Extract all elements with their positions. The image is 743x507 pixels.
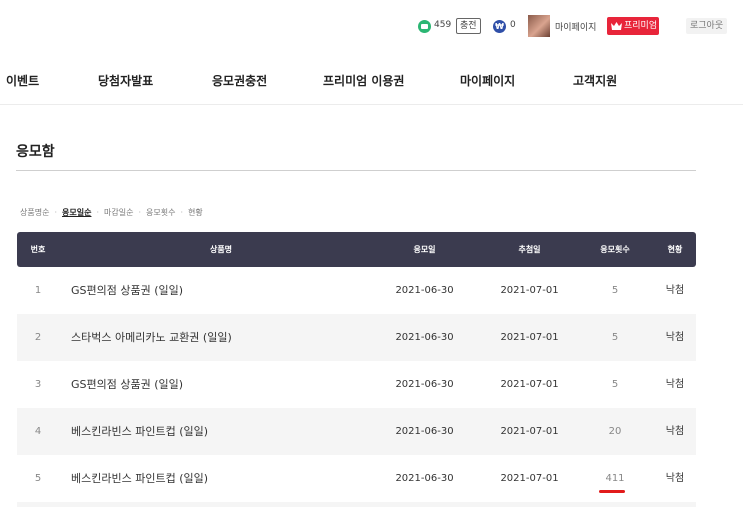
nav-item-premium[interactable]: 프리미엄 이용권 [323,72,404,89]
nav-item-event[interactable]: 이벤트 [6,72,39,89]
sort-separator: · [54,208,57,217]
table-row[interactable]: 2 스타벅스 아메리카노 교환권 (일일) 2021-06-30 2021-07… [17,314,696,361]
table-row[interactable]: 5 베스킨라빈스 파인트컵 (일일) 2021-06-30 2021-07-01… [17,455,696,502]
sort-separator: · [138,208,141,217]
nav-item-mypage[interactable]: 마이페이지 [460,72,515,89]
column-header-count: 응모횟수 [600,245,630,254]
main-nav: 이벤트 당첨자발표 응모권충전 프리미엄 이용권 마이페이지 고객지원 [0,72,743,94]
table-row[interactable]: 1 GS편의점 상품권 (일일) 2021-06-30 2021-07-01 5… [17,267,696,314]
sort-separator: · [180,208,183,217]
table-row-partial [17,502,696,507]
page-title: 응모함 [16,144,55,160]
entry-date: 2021-06-30 [395,379,454,390]
draw-date: 2021-07-01 [500,379,559,390]
table-row[interactable]: 4 베스킨라빈스 파인트컵 (일일) 2021-06-30 2021-07-01… [17,408,696,455]
entry-count: 5 [611,285,619,296]
entry-date: 2021-06-30 [395,473,454,484]
entry-count: 411 [605,473,625,484]
column-header-entry-date: 응모일 [413,245,436,254]
entry-status: 낙첨 [665,426,685,437]
table-row[interactable]: 3 GS편의점 상품권 (일일) 2021-06-30 2021-07-01 5… [17,361,696,408]
entry-date: 2021-06-30 [395,332,454,343]
product-name: 베스킨라빈스 파인트컵 (일일) [71,472,209,485]
title-divider [16,170,696,171]
column-header-product: 상품명 [209,245,233,254]
product-name: GS편의점 상품권 (일일) [71,284,184,297]
row-number: 4 [34,426,42,437]
entry-count: 20 [608,426,622,437]
column-header-no: 번호 [30,245,46,254]
avatar[interactable] [528,15,550,37]
premium-label: 프리미엄 [624,21,658,31]
nav-item-winners[interactable]: 당첨자발표 [98,72,153,89]
draw-date: 2021-07-01 [500,473,559,484]
sort-by-status[interactable]: 현황 [188,207,203,218]
red-underline-annotation [599,490,625,493]
sort-by-count[interactable]: 응모횟수 [146,207,175,218]
ticket-coin-icon [418,20,431,33]
column-header-draw-date: 추첨일 [518,245,541,254]
entry-table: 번호 상품명 응모일 추첨일 응모횟수 현황 1 GS편의점 상품권 (일일) … [17,232,696,507]
nav-item-charge[interactable]: 응모권충전 [212,72,267,89]
premium-button[interactable]: 프리미엄 [607,17,659,35]
crown-icon [611,22,622,30]
entry-date: 2021-06-30 [395,285,454,296]
product-name: 베스킨라빈스 파인트컵 (일일) [71,425,209,438]
entry-count: 5 [611,332,619,343]
charge-button[interactable]: 충전 [456,18,481,34]
entry-status: 낙첨 [665,332,685,343]
logout-button[interactable]: 로그아웃 [686,18,728,34]
top-bar: 459 충전 ₩ 0 마이페이지 프리미엄 로그아웃 [0,14,743,40]
product-name: 스타벅스 아메리카노 교환권 (일일) [71,331,232,344]
sort-by-deadline[interactable]: 마감일순 [104,207,133,218]
row-number: 2 [34,332,42,343]
entry-status: 낙첨 [665,285,685,296]
row-number: 1 [34,285,42,296]
row-number: 3 [34,379,42,390]
draw-date: 2021-07-01 [500,332,559,343]
row-number: 5 [34,473,42,484]
column-header-status: 현황 [667,245,683,254]
coin-count: 459 [434,20,452,30]
entry-status: 낙첨 [665,473,685,484]
entry-status: 낙첨 [665,379,685,390]
sort-bar: 상품명순 · 응모일순 · 마감일순 · 응모횟수 · 현황 [20,207,203,218]
entry-date: 2021-06-30 [395,426,454,437]
sort-by-name[interactable]: 상품명순 [20,207,49,218]
entry-count: 5 [611,379,619,390]
table-header: 번호 상품명 응모일 추첨일 응모횟수 현황 [17,232,696,267]
draw-date: 2021-07-01 [500,426,559,437]
product-name: GS편의점 상품권 (일일) [71,378,184,391]
draw-date: 2021-07-01 [500,285,559,296]
nav-item-support[interactable]: 고객지원 [573,72,617,89]
sort-separator: · [96,208,99,217]
mypage-link[interactable]: 마이페이지 [555,20,596,33]
sort-by-entry-date[interactable]: 응모일순 [62,207,91,218]
nav-divider [0,104,743,105]
won-icon: ₩ [493,20,506,33]
won-count: 0 [510,20,516,30]
